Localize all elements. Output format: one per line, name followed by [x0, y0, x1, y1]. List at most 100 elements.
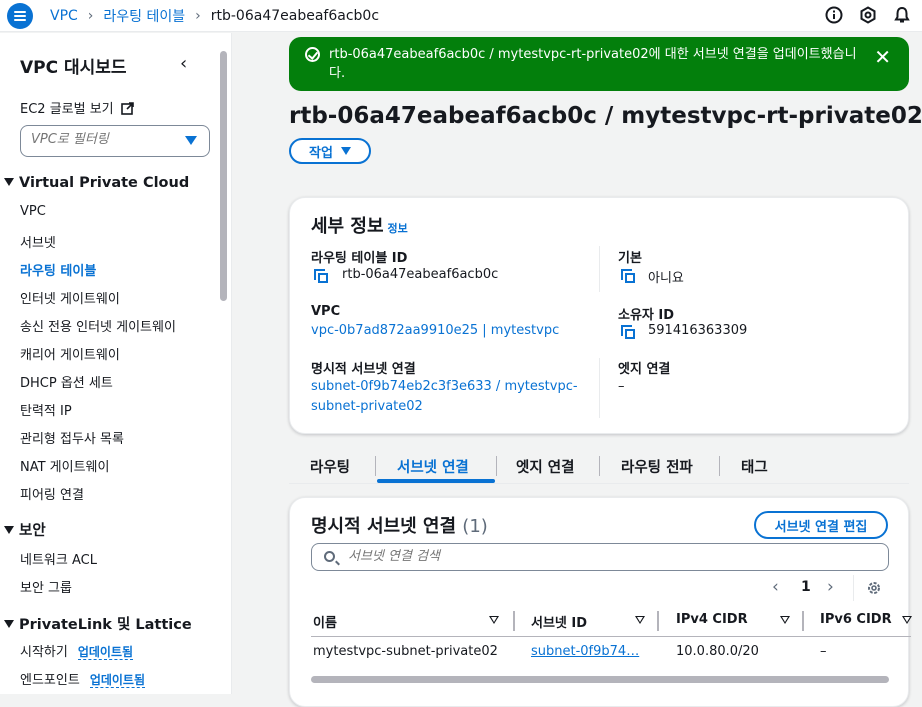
chevron-right-icon[interactable]: › — [827, 577, 834, 597]
edge-value: – — [618, 379, 625, 394]
section-label: Virtual Private Cloud — [19, 175, 190, 191]
divider — [599, 246, 600, 292]
updated-badge: 업데이트됨 — [89, 673, 146, 688]
associations-count: (1) — [462, 516, 488, 537]
breadcrumb-vpc[interactable]: VPC — [50, 8, 78, 24]
cell-subnet-id-link[interactable]: subnet-0f9b74… — [531, 644, 639, 659]
column-resizer[interactable] — [802, 611, 804, 631]
sidebar-item-carrier-gateways[interactable]: 캐리어 게이트웨이 — [20, 344, 120, 363]
active-tab-indicator — [377, 479, 495, 483]
actions-label: 작업 — [309, 145, 333, 161]
sidebar-item-network-acls[interactable]: 네트워크 ACL — [20, 549, 97, 568]
menu-icon[interactable] — [7, 3, 33, 29]
cell-ipv6-cidr: – — [820, 644, 827, 659]
sidebar-item-route-tables[interactable]: 라우팅 테이블 — [20, 260, 96, 279]
chevron-left-icon[interactable]: ‹ — [180, 53, 187, 74]
horizontal-scrollbar[interactable] — [311, 674, 889, 684]
subnet-associations-card: 명시적 서브넷 연결 (1) 서브넷 연결 편집 ‹ 1 › 이름 서브넷 ID… — [289, 497, 912, 707]
info-circle-icon[interactable] — [824, 5, 844, 25]
sidebar-item-internet-gateways[interactable]: 인터넷 게이트웨이 — [20, 288, 120, 307]
success-flash: rtb-06a47eabeaf6acb0c / mytestvpc-rt-pri… — [289, 37, 909, 91]
edge-label: 엣지 연결 — [618, 362, 671, 377]
tab-divider — [719, 456, 720, 476]
explicit-subnet-link-cont[interactable]: subnet-private02 — [311, 399, 423, 414]
settings-icon[interactable] — [858, 5, 878, 25]
tab-routes[interactable]: 라우팅 — [310, 456, 350, 477]
sidebar-item-subnets[interactable]: 서브넷 — [20, 232, 56, 251]
route-table-id-label: 라우팅 테이블 ID — [311, 251, 408, 266]
divider — [599, 358, 600, 418]
sort-icon[interactable] — [902, 616, 912, 624]
search-icon — [324, 551, 335, 562]
sidebar-item-getting-started[interactable]: 시작하기 업데이트됨 — [20, 641, 134, 660]
section-label: PrivateLink 및 Lattice — [19, 617, 192, 633]
top-icons — [824, 5, 912, 25]
main-label: 기본 — [618, 251, 642, 266]
external-link-icon — [120, 102, 134, 119]
sort-icon[interactable] — [489, 616, 499, 624]
owner-value: 591416363309 — [648, 323, 748, 338]
column-header-ipv6-cidr[interactable]: IPv6 CIDR — [820, 612, 892, 627]
ec2-global-view-label[interactable]: EC2 글로벌 보기 — [20, 102, 114, 117]
copy-icon[interactable] — [621, 269, 635, 283]
vpc-link[interactable]: vpc-0b7ad872aa9910e25 | mytestvpc — [311, 323, 559, 338]
tab-route-propagation[interactable]: 라우팅 전파 — [621, 456, 693, 477]
caret-down-icon — [340, 147, 351, 155]
route-table-id-value: rtb-06a47eabeaf6acb0c — [342, 267, 499, 282]
sidebar-item-prefix-lists[interactable]: 관리형 접두사 목록 — [20, 428, 124, 447]
column-resizer[interactable] — [657, 611, 659, 631]
caret-down-icon — [4, 620, 14, 628]
breadcrumb-current: rtb-06a47eabeaf6acb0c — [210, 8, 380, 24]
sidebar-scrollbar[interactable] — [220, 51, 227, 301]
chevron-left-icon[interactable]: ‹ — [772, 577, 779, 597]
copy-icon[interactable] — [621, 325, 635, 339]
sidebar-item-security-groups[interactable]: 보안 그룹 — [20, 577, 72, 596]
copy-icon[interactable] — [314, 269, 328, 283]
updated-badge: 업데이트됨 — [77, 645, 134, 660]
ec2-global-view-link[interactable]: EC2 글로벌 보기 — [20, 98, 134, 119]
column-header-ipv4-cidr[interactable]: IPv4 CIDR — [676, 612, 748, 627]
tab-subnet-associations[interactable]: 서브넷 연결 — [397, 456, 469, 477]
sort-icon[interactable] — [780, 616, 790, 624]
sidebar: VPC 대시보드 ‹ EC2 글로벌 보기 Virtual Private Cl… — [0, 33, 232, 694]
sidebar-item-vpc[interactable]: VPC — [20, 204, 46, 219]
sidebar-item-nat-gateways[interactable]: NAT 게이트웨이 — [20, 456, 109, 475]
section-privatelink[interactable]: PrivateLink 및 Lattice — [4, 613, 192, 634]
column-header-name[interactable]: 이름 — [313, 612, 337, 631]
gear-icon[interactable] — [866, 580, 882, 596]
details-card: 세부 정보 정보 라우팅 테이블 ID rtb-06a47eabeaf6acb0c… — [289, 197, 909, 434]
search-input[interactable] — [348, 549, 848, 564]
sidebar-item-peering[interactable]: 피어링 연결 — [20, 484, 84, 503]
caret-down-icon — [4, 178, 14, 186]
success-check-icon — [305, 47, 320, 62]
chevron-right-icon: › — [195, 8, 201, 24]
page-number[interactable]: 1 — [801, 579, 811, 595]
edit-subnet-associations-button[interactable]: 서브넷 연결 편집 — [754, 511, 888, 539]
sort-icon[interactable] — [635, 616, 645, 624]
actions-button[interactable]: 작업 — [289, 138, 371, 164]
column-resizer[interactable] — [513, 611, 515, 631]
sidebar-item-egress-only-igw[interactable]: 송신 전용 인터넷 게이트웨이 — [20, 316, 176, 335]
close-icon[interactable]: ✕ — [874, 45, 891, 69]
section-label: 보안 — [19, 523, 46, 539]
scroll-thumb[interactable] — [311, 676, 889, 683]
vpc-filter-input[interactable] — [31, 132, 181, 147]
explicit-subnet-link[interactable]: subnet-0f9b74eb2c3f3e633 / mytestvpc- — [311, 379, 578, 394]
section-virtual-private-cloud[interactable]: Virtual Private Cloud — [4, 175, 189, 191]
sidebar-item-endpoints[interactable]: 엔드포인트 업데이트됨 — [20, 669, 146, 688]
section-security[interactable]: 보안 — [4, 519, 46, 540]
vpc-filter-select[interactable] — [20, 125, 210, 157]
info-link[interactable]: 정보 — [388, 222, 408, 235]
page-title: rtb-06a47eabeaf6acb0c / mytestvpc-rt-pri… — [289, 103, 922, 129]
breadcrumb: VPC › 라우팅 테이블 › rtb-06a47eabeaf6acb0c — [50, 6, 379, 26]
column-header-subnet-id[interactable]: 서브넷 ID — [531, 612, 587, 631]
breadcrumb-route-tables[interactable]: 라우팅 테이블 — [103, 6, 185, 26]
sidebar-item-dhcp-option-sets[interactable]: DHCP 옵션 세트 — [20, 372, 113, 391]
cell-name: mytestvpc-subnet-private02 — [313, 644, 498, 659]
explicit-subnet-label: 명시적 서브넷 연결 — [311, 362, 416, 377]
sidebar-item-elastic-ips[interactable]: 탄력적 IP — [20, 400, 72, 419]
tab-tags[interactable]: 태그 — [741, 456, 768, 477]
tab-edge-associations[interactable]: 엣지 연결 — [516, 456, 574, 477]
search-field[interactable] — [311, 543, 889, 571]
notifications-icon[interactable] — [892, 5, 912, 25]
